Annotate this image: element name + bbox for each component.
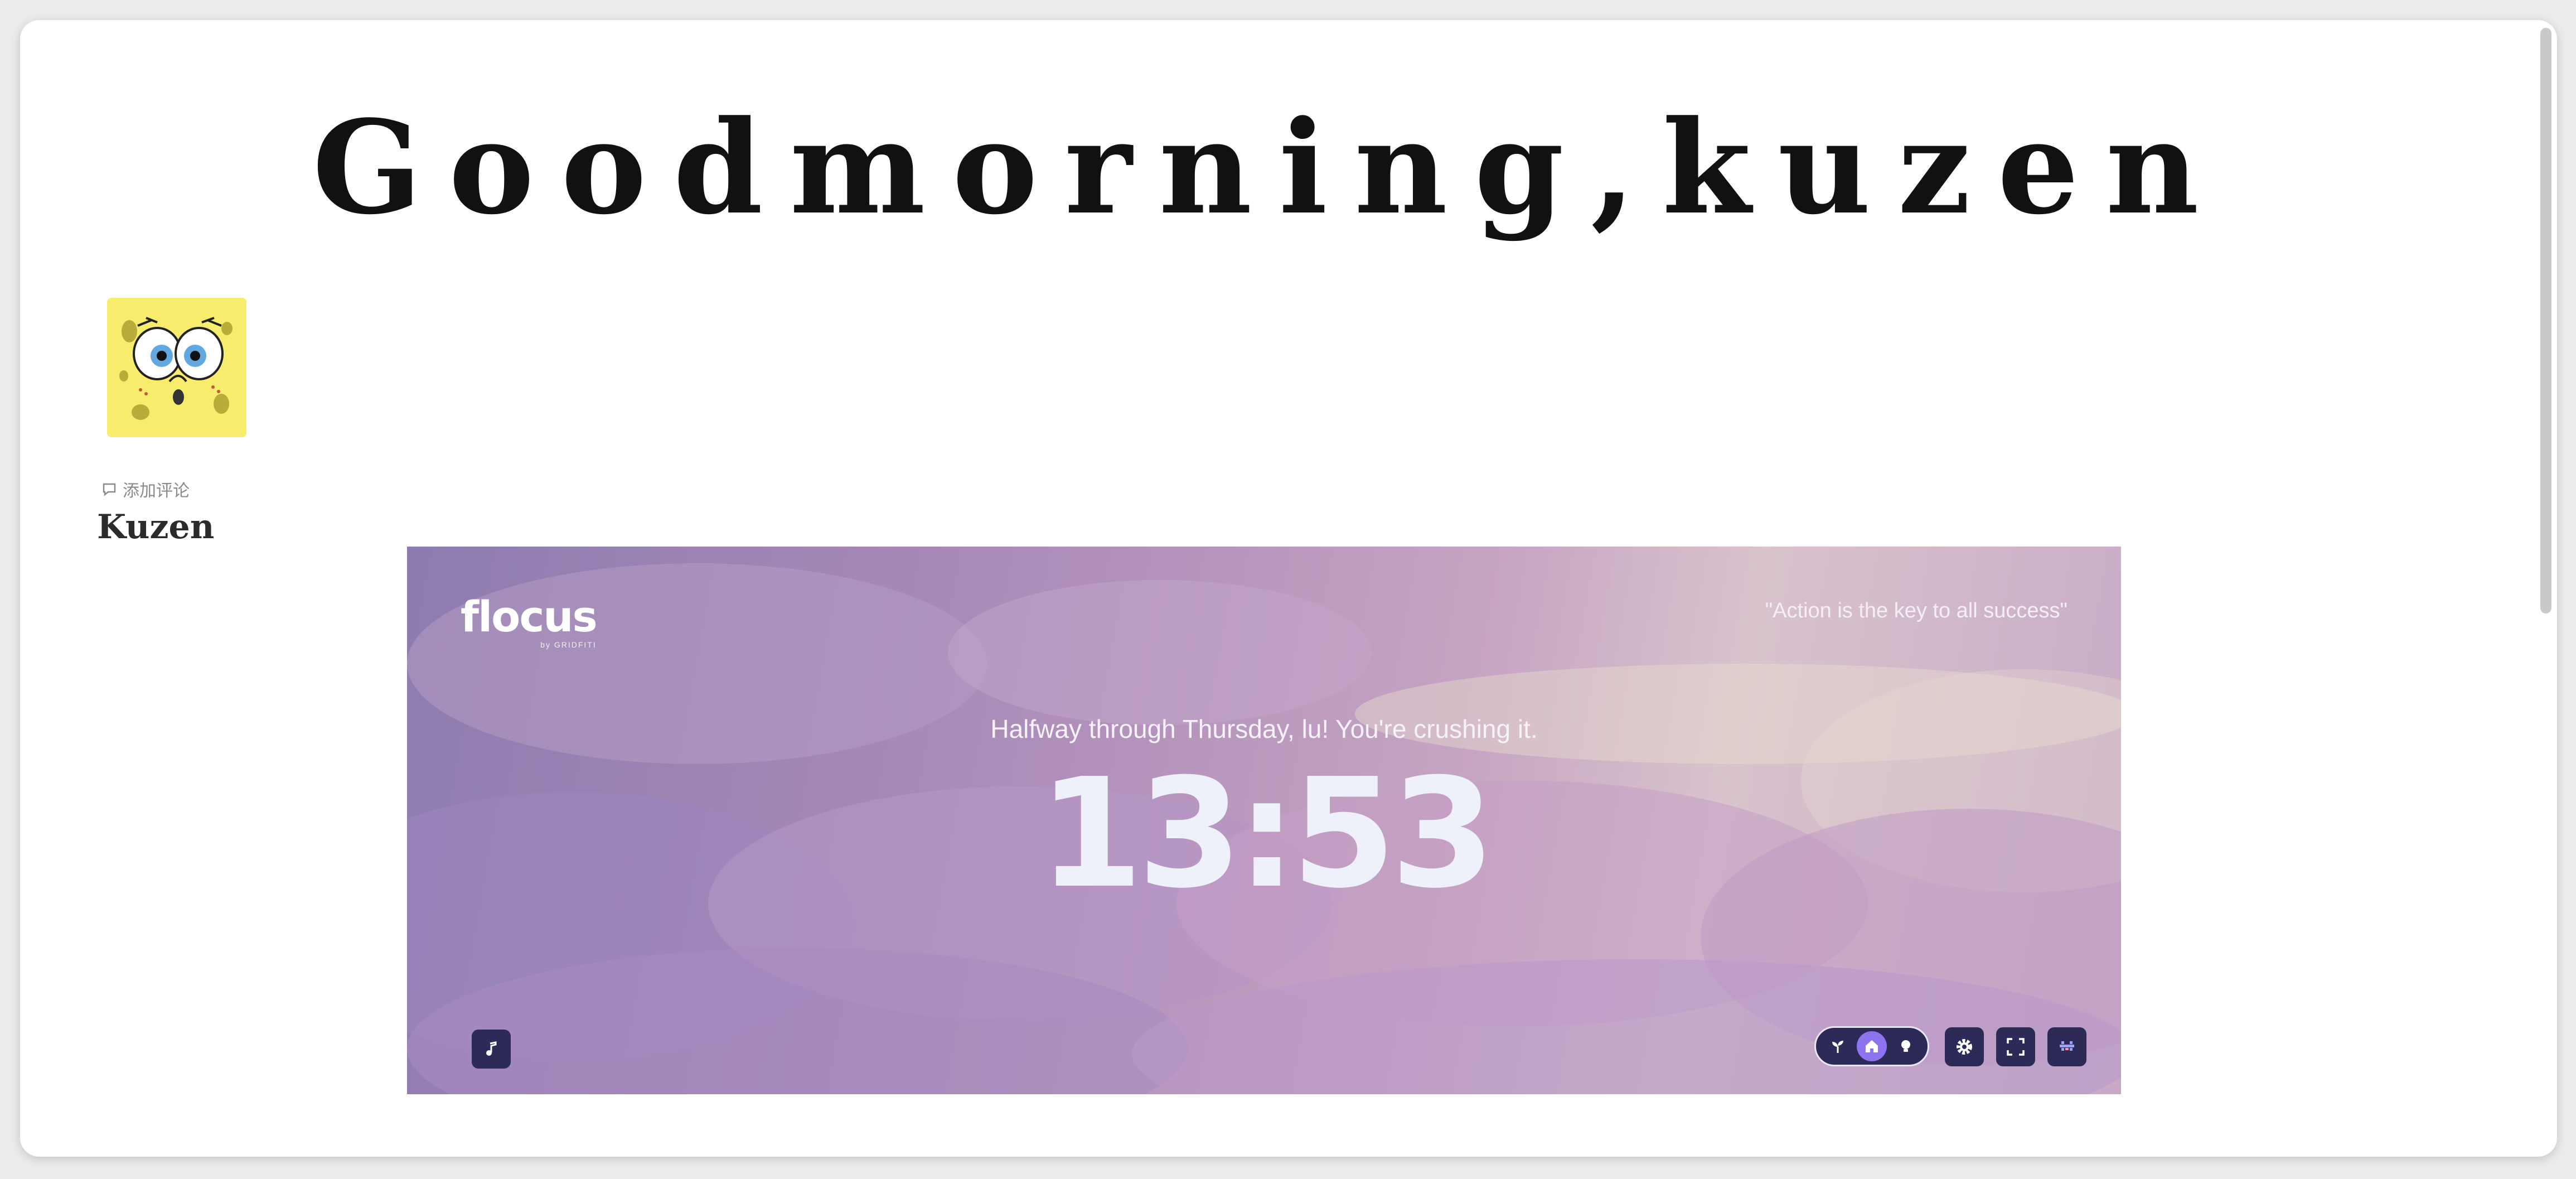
music-note-icon (486, 1041, 497, 1056)
settings-button[interactable] (1945, 1027, 1984, 1066)
greeting-subtitle: Halfway through Thursday, lu! You're cru… (990, 714, 1538, 743)
sprout-icon (1832, 1041, 1843, 1053)
comment-icon (103, 483, 116, 496)
spongebob-face-icon (107, 298, 246, 437)
flocus-embed: flocus by GRIDFITI "Action is the key to… (407, 547, 2121, 1094)
flocus-byline: by GRIDFITI (540, 640, 597, 649)
greeting-banner: Goodmorning,kuzen (312, 93, 2226, 243)
clock-time: 13:53 (1038, 746, 1495, 921)
browser-window: Goodmorning,kuzen 添加评论 Kuzen flocus by G… (20, 20, 2557, 1157)
add-comment-label: 添加评论 (123, 482, 190, 500)
page-icon-avatar[interactable] (107, 298, 246, 437)
lightbulb-icon (1901, 1040, 1910, 1052)
gear-icon (1957, 1039, 1972, 1055)
mode-switcher (1814, 1026, 1929, 1066)
mode-sprout-button[interactable] (1823, 1031, 1853, 1061)
flocus-wordmark: flocus (461, 592, 598, 641)
fullscreen-icon (2007, 1038, 2025, 1056)
fullscreen-button[interactable] (1996, 1027, 2035, 1066)
mode-lightbulb-button[interactable] (1891, 1031, 1921, 1061)
page-title[interactable]: Kuzen (97, 508, 214, 547)
extra-button[interactable] (2047, 1027, 2086, 1066)
flocus-logo[interactable]: flocus by GRIDFITI (461, 592, 598, 650)
music-button[interactable] (472, 1030, 511, 1069)
pixel-icon (2060, 1041, 2074, 1051)
home-icon (1866, 1040, 1878, 1052)
mode-home-button[interactable] (1857, 1031, 1887, 1061)
add-comment-button[interactable]: 添加评论 (101, 476, 190, 502)
quote-text: "Action is the key to all success" (1765, 599, 2067, 622)
scrollbar[interactable] (2540, 28, 2551, 613)
